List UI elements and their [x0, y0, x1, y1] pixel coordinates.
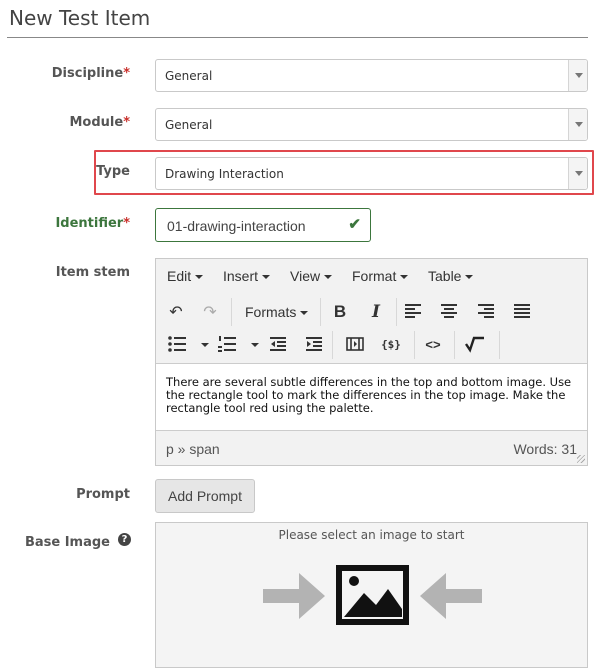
- menu-insert-label: Insert: [223, 268, 259, 284]
- base-image-dropzone[interactable]: Please select an image to start: [155, 522, 588, 668]
- module-value: General: [165, 118, 213, 132]
- menu-format[interactable]: Format: [352, 268, 409, 284]
- caret-down-icon[interactable]: [251, 343, 259, 347]
- bold-icon[interactable]: B: [327, 299, 353, 325]
- module-label-text: Module: [69, 115, 124, 130]
- caret-down-icon: [400, 275, 409, 280]
- module-select[interactable]: General: [155, 108, 588, 141]
- caret-down-icon: [324, 275, 333, 280]
- editor-menubar: Edit Insert View Format Table: [156, 259, 587, 291]
- toolbar-separator: [414, 331, 415, 359]
- discipline-value: General: [165, 69, 213, 83]
- discipline-label: Discipline*: [52, 66, 130, 81]
- menu-edit[interactable]: Edit: [167, 268, 204, 284]
- word-count: Words: 31: [513, 441, 577, 457]
- resize-handle-icon[interactable]: [577, 455, 585, 463]
- toolbar-separator: [396, 298, 397, 326]
- code-icon[interactable]: <>: [420, 331, 446, 357]
- align-right-icon[interactable]: [477, 303, 503, 329]
- prompt-label: Prompt: [76, 487, 130, 502]
- toolbar-separator: [499, 331, 500, 359]
- arrow-left-icon: [420, 573, 482, 619]
- caret-down-icon: [300, 311, 309, 316]
- menu-insert[interactable]: Insert: [223, 268, 271, 284]
- module-label: Module*: [69, 115, 130, 130]
- help-icon[interactable]: ?: [118, 533, 131, 546]
- required-mark: *: [123, 115, 130, 130]
- menu-view-label: View: [290, 268, 321, 284]
- toolbar-separator: [320, 298, 321, 326]
- numbered-list-icon[interactable]: [218, 336, 244, 362]
- caret-down-icon: [465, 275, 474, 280]
- toolbar-separator: [231, 298, 232, 326]
- align-justify-icon[interactable]: [513, 303, 539, 329]
- element-path[interactable]: p » span: [166, 441, 220, 457]
- chevron-down-icon[interactable]: [568, 109, 587, 140]
- align-center-icon[interactable]: [440, 303, 466, 329]
- discipline-select[interactable]: General: [155, 59, 588, 92]
- identifier-input[interactable]: 01-drawing-interaction ✔: [155, 208, 371, 242]
- caret-down-icon[interactable]: [201, 343, 209, 347]
- title-divider: [7, 37, 588, 38]
- add-prompt-button[interactable]: Add Prompt: [155, 479, 255, 513]
- menu-format-label: Format: [352, 268, 397, 284]
- base-image-label: Base Image: [24, 535, 110, 550]
- discipline-label-text: Discipline: [51, 66, 124, 81]
- editor-content[interactable]: There are several subtle differences in …: [156, 363, 587, 431]
- outdent-icon[interactable]: [269, 336, 295, 362]
- toolbar-separator: [454, 331, 455, 359]
- identifier-label: Identifier*: [55, 216, 130, 231]
- caret-down-icon: [195, 275, 204, 280]
- menu-table-label: Table: [428, 268, 462, 284]
- undo-icon[interactable]: ↶: [163, 299, 189, 325]
- formats-label: Formats: [245, 304, 297, 320]
- image-hint: Please select an image to start: [278, 528, 465, 542]
- redo-icon[interactable]: ↷: [197, 299, 223, 325]
- caret-down-icon: [262, 275, 271, 280]
- formats-dropdown[interactable]: Formats: [245, 304, 309, 320]
- indent-icon[interactable]: [305, 336, 331, 362]
- check-icon: ✔: [348, 216, 361, 233]
- italic-icon[interactable]: I: [363, 299, 389, 325]
- item-stem-label: Item stem: [55, 265, 130, 280]
- arrow-right-icon: [263, 573, 325, 619]
- menu-table[interactable]: Table: [428, 268, 474, 284]
- page-title: New Test Item: [9, 6, 151, 30]
- menu-view[interactable]: View: [290, 268, 333, 284]
- toolbar-separator: [332, 331, 333, 359]
- align-left-icon[interactable]: [404, 303, 430, 329]
- menu-edit-label: Edit: [167, 268, 192, 284]
- bullet-list-icon[interactable]: [168, 336, 194, 362]
- chevron-down-icon[interactable]: [568, 60, 587, 91]
- type-highlight-box: [94, 150, 594, 195]
- rich-text-editor[interactable]: Edit Insert View Format Table ↶ ↷ Format…: [155, 258, 588, 466]
- identifier-label-text: Identifier: [55, 216, 124, 231]
- template-icon[interactable]: {$}: [378, 331, 404, 357]
- square-root-icon[interactable]: [465, 336, 491, 362]
- media-icon[interactable]: [346, 337, 372, 363]
- required-mark: *: [123, 216, 130, 231]
- required-mark: *: [123, 66, 130, 81]
- image-placeholder-icon: [336, 565, 409, 625]
- identifier-value: 01-drawing-interaction: [167, 218, 306, 234]
